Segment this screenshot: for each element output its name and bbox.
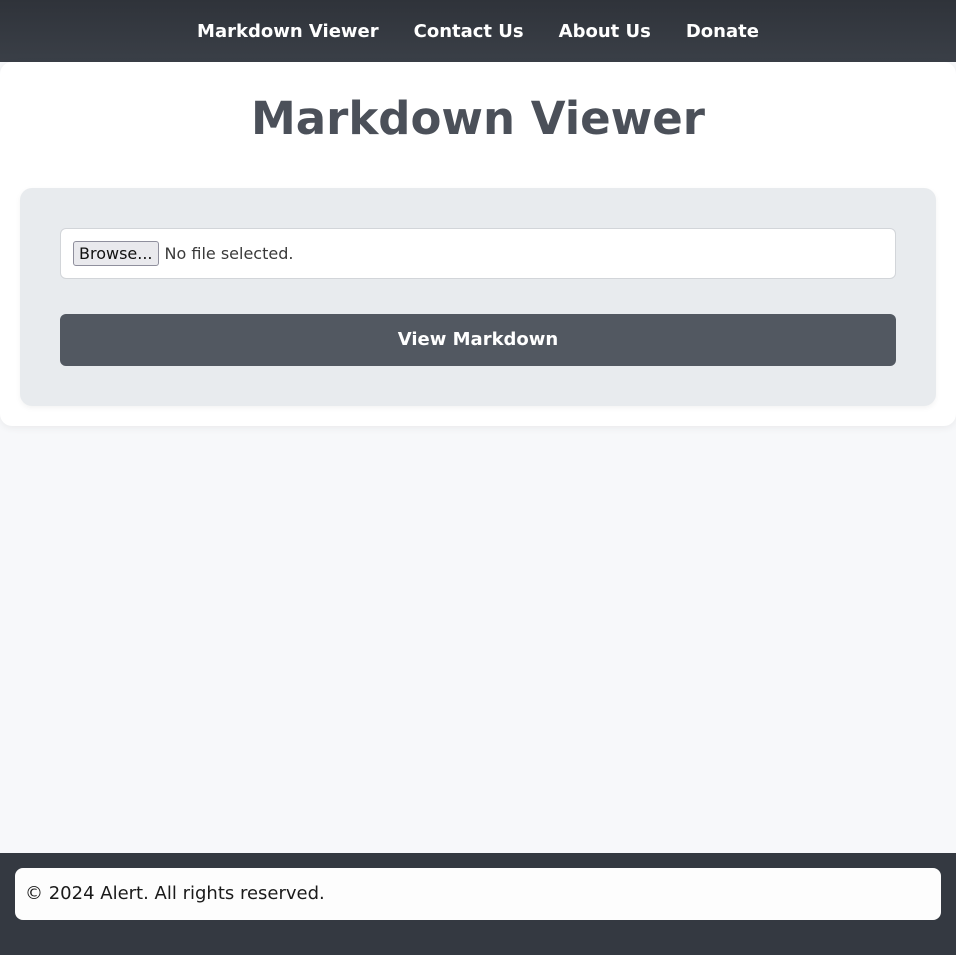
view-markdown-button[interactable]: View Markdown	[60, 314, 896, 366]
nav-link-about-us[interactable]: About Us	[559, 21, 651, 42]
nav-link-markdown-viewer[interactable]: Markdown Viewer	[197, 21, 379, 42]
file-status-text: No file selected.	[164, 244, 294, 263]
page-title: Markdown Viewer	[251, 92, 705, 145]
nav-link-contact-us[interactable]: Contact Us	[414, 21, 524, 42]
main-card: Markdown Viewer Browse... No file select…	[0, 62, 956, 426]
top-navbar: Markdown Viewer Contact Us About Us Dona…	[0, 0, 956, 62]
file-input[interactable]: Browse... No file selected.	[60, 228, 896, 279]
nav-link-donate[interactable]: Donate	[686, 21, 759, 42]
footer-copyright: © 2024 Alert. All rights reserved.	[15, 868, 941, 920]
upload-form-panel: Browse... No file selected. View Markdow…	[20, 188, 936, 406]
footer: © 2024 Alert. All rights reserved.	[0, 853, 956, 955]
browse-button[interactable]: Browse...	[73, 241, 159, 266]
